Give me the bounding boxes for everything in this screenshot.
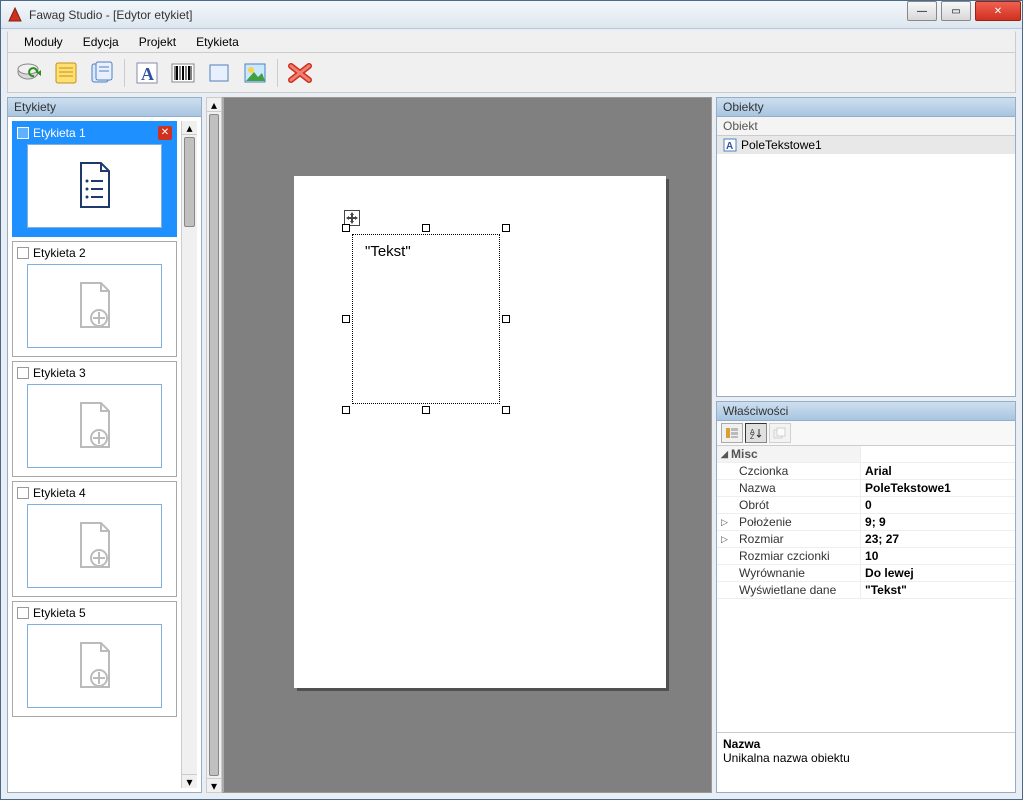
label-item-5[interactable]: Etykieta 5 bbox=[12, 601, 177, 717]
toolbar-form[interactable] bbox=[50, 57, 82, 89]
textbox-content: "Tekst" bbox=[365, 243, 411, 260]
toolbar-barcode[interactable] bbox=[167, 57, 199, 89]
center-area: ▴ ▾ "Tekst" bbox=[206, 97, 712, 793]
prop-category: ◢Misc bbox=[717, 446, 860, 462]
label-close-1[interactable]: ✕ bbox=[158, 126, 172, 140]
object-label: PoleTekstowe1 bbox=[741, 138, 822, 152]
objects-panel: Obiekty Obiekt A PoleTekstowe1 bbox=[716, 97, 1016, 397]
menu-moduly[interactable]: Moduły bbox=[14, 33, 73, 51]
toolbar-image[interactable] bbox=[239, 57, 271, 89]
handle-top-right[interactable] bbox=[502, 224, 510, 232]
props-sort-button[interactable]: AZ bbox=[745, 423, 767, 443]
prop-row-rozmiar[interactable]: ▷Rozmiar23; 27 bbox=[717, 531, 1015, 548]
toolbar: A bbox=[7, 53, 1016, 93]
menu-bar: Moduły Edycja Projekt Etykieta bbox=[7, 31, 1016, 53]
label-preview-3 bbox=[27, 384, 162, 468]
svg-text:Z: Z bbox=[750, 434, 755, 439]
properties-panel: Właściwości AZ ◢Misc CzcionkaArial Nazw bbox=[716, 401, 1016, 793]
props-pages-button[interactable] bbox=[769, 423, 791, 443]
object-item[interactable]: A PoleTekstowe1 bbox=[717, 136, 1015, 154]
properties-desc-text: Unikalna nazwa obiektu bbox=[723, 751, 1009, 765]
minimize-button[interactable]: — bbox=[907, 1, 937, 21]
app-icon bbox=[7, 7, 23, 23]
prop-row-nazwa[interactable]: NazwaPoleTekstowe1 bbox=[717, 480, 1015, 497]
handle-bot-right[interactable] bbox=[502, 406, 510, 414]
menu-etykieta[interactable]: Etykieta bbox=[186, 33, 249, 51]
handle-mid-left[interactable] bbox=[342, 315, 350, 323]
right-side: Obiekty Obiekt A PoleTekstowe1 Właściwoś… bbox=[716, 97, 1016, 793]
labels-scroll-thumb[interactable] bbox=[184, 137, 195, 227]
selection-frame: "Tekst" bbox=[352, 234, 500, 404]
label-checkbox-2[interactable] bbox=[17, 247, 29, 259]
properties-description: Nazwa Unikalna nazwa obiektu bbox=[717, 732, 1015, 792]
menu-edycja[interactable]: Edycja bbox=[73, 33, 129, 51]
label-name: Etykieta 4 bbox=[33, 486, 86, 500]
svg-text:A: A bbox=[726, 141, 733, 152]
label-item-3[interactable]: Etykieta 3 bbox=[12, 361, 177, 477]
label-checkbox-3[interactable] bbox=[17, 367, 29, 379]
label-preview-4 bbox=[27, 504, 162, 588]
labels-panel-header: Etykiety bbox=[8, 98, 201, 117]
labels-list: Etykieta 1 ✕ Etykieta 2 bbox=[8, 117, 201, 792]
maximize-button[interactable]: ▭ bbox=[941, 1, 971, 21]
label-name: Etykieta 5 bbox=[33, 606, 86, 620]
toolbar-sep-2 bbox=[277, 59, 278, 87]
handle-bot-mid[interactable] bbox=[422, 406, 430, 414]
prop-row-obrot[interactable]: Obrót0 bbox=[717, 497, 1015, 514]
labels-panel: Etykiety Etykieta 1 ✕ bbox=[7, 97, 202, 793]
label-preview-1 bbox=[27, 144, 162, 228]
canvas[interactable]: "Tekst" bbox=[222, 97, 712, 793]
labels-scrollbar[interactable]: ▴ ▾ bbox=[181, 121, 197, 788]
main-area: Etykiety Etykieta 1 ✕ bbox=[7, 97, 1016, 793]
handle-bot-left[interactable] bbox=[342, 406, 350, 414]
label-name: Etykieta 3 bbox=[33, 366, 86, 380]
label-item-2[interactable]: Etykieta 2 bbox=[12, 241, 177, 357]
label-preview-5 bbox=[27, 624, 162, 708]
label-checkbox-1[interactable] bbox=[17, 127, 29, 139]
label-name: Etykieta 2 bbox=[33, 246, 86, 260]
toolbar-sep-1 bbox=[124, 59, 125, 87]
toolbar-rect[interactable] bbox=[203, 57, 235, 89]
handle-mid-right[interactable] bbox=[502, 315, 510, 323]
app-window: Fawag Studio - [Edytor etykiet] — ▭ ✕ Mo… bbox=[0, 0, 1023, 800]
properties-grid[interactable]: ◢Misc CzcionkaArial NazwaPoleTekstowe1 O… bbox=[717, 446, 1015, 732]
objects-empty bbox=[717, 154, 1015, 396]
expand-icon[interactable]: ▷ bbox=[721, 517, 728, 528]
properties-toolbar: AZ bbox=[717, 421, 1015, 446]
properties-panel-header: Właściwości bbox=[717, 402, 1015, 421]
label-item-1[interactable]: Etykieta 1 ✕ bbox=[12, 121, 177, 237]
close-button[interactable]: ✕ bbox=[975, 1, 1021, 21]
handle-top-left[interactable] bbox=[342, 224, 350, 232]
label-item-4[interactable]: Etykieta 4 bbox=[12, 481, 177, 597]
window-title: Fawag Studio - [Edytor etykiet] bbox=[29, 8, 905, 22]
prop-row-wyswietlane[interactable]: Wyświetlane dane"Tekst" bbox=[717, 582, 1015, 599]
prop-row-polozenie[interactable]: ▷Położenie9; 9 bbox=[717, 514, 1015, 531]
canvas-scroll-thumb[interactable] bbox=[209, 114, 219, 776]
objects-column-header: Obiekt bbox=[717, 117, 1015, 136]
canvas-scrollbar-left[interactable]: ▴ ▾ bbox=[206, 97, 222, 793]
text-icon: A bbox=[723, 138, 737, 152]
selected-textbox[interactable]: "Tekst" bbox=[346, 228, 506, 410]
svg-text:A: A bbox=[141, 64, 154, 84]
toolbar-notes[interactable] bbox=[86, 57, 118, 89]
label-checkbox-4[interactable] bbox=[17, 487, 29, 499]
window-controls: — ▭ ✕ bbox=[905, 1, 1022, 28]
props-categorized-button[interactable] bbox=[721, 423, 743, 443]
toolbar-delete[interactable] bbox=[284, 57, 316, 89]
prop-row-wyrownanie[interactable]: WyrównanieDo lewej bbox=[717, 565, 1015, 582]
expand-icon[interactable]: ▷ bbox=[721, 534, 728, 545]
menu-projekt[interactable]: Projekt bbox=[129, 33, 186, 51]
objects-panel-header: Obiekty bbox=[717, 98, 1015, 117]
handle-top-mid[interactable] bbox=[422, 224, 430, 232]
label-name: Etykieta 1 bbox=[33, 126, 86, 140]
toolbar-text[interactable]: A bbox=[131, 57, 163, 89]
label-checkbox-5[interactable] bbox=[17, 607, 29, 619]
prop-row-czcionka[interactable]: CzcionkaArial bbox=[717, 463, 1015, 480]
title-bar: Fawag Studio - [Edytor etykiet] — ▭ ✕ bbox=[1, 1, 1022, 29]
label-preview-2 bbox=[27, 264, 162, 348]
prop-row-rozmiar-czcionki[interactable]: Rozmiar czcionki10 bbox=[717, 548, 1015, 565]
toolbar-refresh[interactable] bbox=[14, 57, 46, 89]
properties-desc-title: Nazwa bbox=[723, 737, 1009, 751]
